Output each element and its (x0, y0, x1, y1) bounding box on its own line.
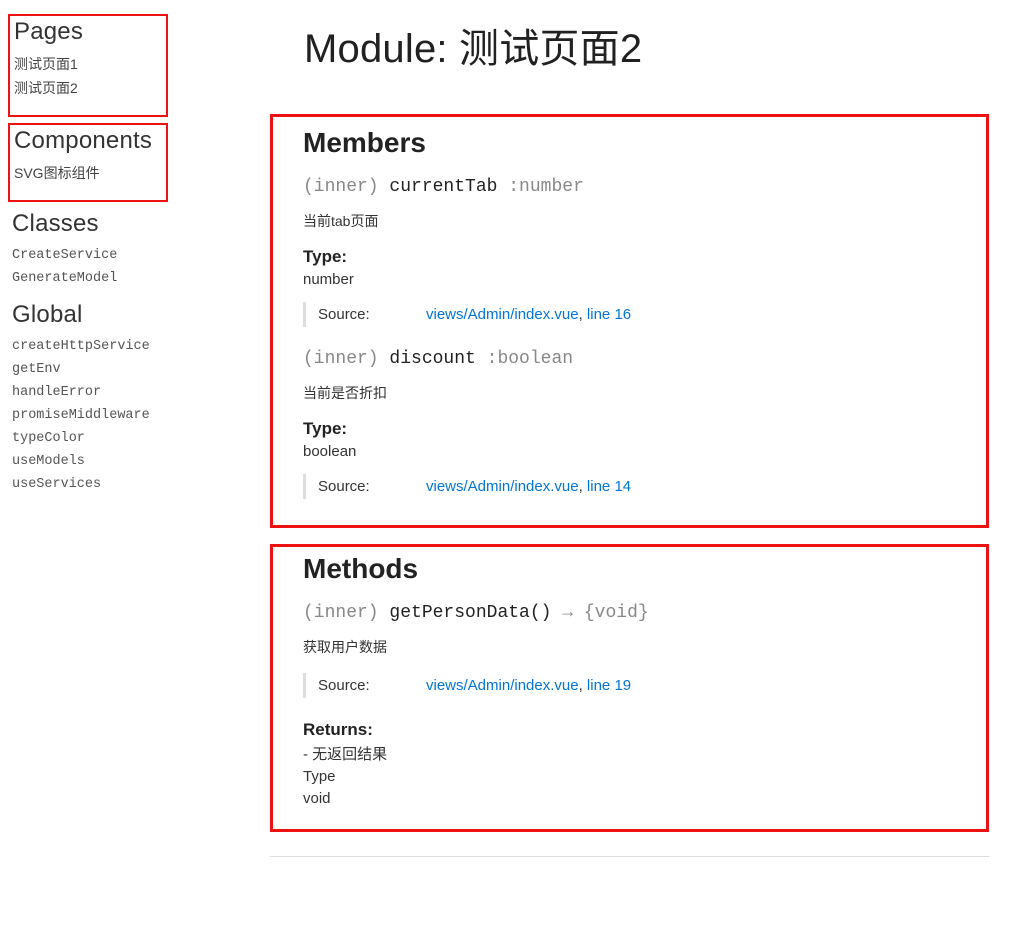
nav-item-typecolor[interactable]: typeColor (12, 428, 238, 451)
nav-section-pages: Pages 测试页面1 测试页面2 (8, 14, 168, 117)
nav-item-page-1[interactable]: 测试页面1 (14, 53, 162, 77)
type-value: number (303, 271, 956, 288)
nav-item-generatemodel[interactable]: GenerateModel (12, 268, 238, 291)
source-links: views/Admin/index.vue, line 19 (426, 677, 631, 694)
nav-item-usemodels[interactable]: useModels (12, 451, 238, 474)
source-links: views/Admin/index.vue, line 14 (426, 478, 631, 495)
nav-list-components: SVG图标组件 (14, 162, 162, 186)
nav-list-classes: CreateService GenerateModel (12, 245, 238, 291)
nav-section-classes: Classes CreateService GenerateModel (12, 208, 238, 291)
source-label: Source: (318, 478, 426, 495)
member-discount: (inner) discount :boolean 当前是否折扣 Type: b… (303, 349, 956, 499)
method-name: getPersonData() (389, 603, 551, 623)
nav-section-global: Global createHttpService getEnv handleEr… (12, 299, 238, 497)
member-scope: (inner) (303, 177, 389, 197)
returns-heading: Returns: (303, 720, 956, 740)
source-file-link[interactable]: views/Admin/index.vue (426, 677, 579, 694)
member-name: currentTab (389, 177, 497, 197)
source-links: views/Admin/index.vue, line 16 (426, 306, 631, 323)
source-sep: , (579, 478, 587, 495)
returns-type-label: Type (303, 766, 956, 788)
nav-item-handleerror[interactable]: handleError (12, 382, 238, 405)
nav-list-pages: 测试页面1 测试页面2 (14, 53, 162, 101)
member-signature: (inner) currentTab :number (303, 177, 956, 197)
source-sep: , (579, 677, 587, 694)
returns-text: - 无返回结果 (303, 744, 956, 766)
nav-item-promisemiddleware[interactable]: promiseMiddleware (12, 405, 238, 428)
member-name: discount (389, 349, 475, 369)
source-line-link[interactable]: line 14 (587, 478, 631, 495)
sidebar: Pages 测试页面1 测试页面2 Components SVG图标组件 Cla… (0, 0, 250, 887)
source-line-link[interactable]: line 19 (587, 677, 631, 694)
source-label: Source: (318, 677, 426, 694)
type-heading: Type: (303, 419, 956, 439)
nav-item-useservices[interactable]: useServices (12, 474, 238, 497)
method-desc: 获取用户数据 (303, 637, 956, 657)
source-label: Source: (318, 306, 426, 323)
source-row: Source: views/Admin/index.vue, line 16 (303, 302, 956, 327)
main-content: Module: 测试页面2 Members (inner) currentTab… (250, 0, 1009, 887)
source-row: Source: views/Admin/index.vue, line 14 (303, 474, 956, 499)
source-file-link[interactable]: views/Admin/index.vue (426, 478, 579, 495)
member-signature: (inner) discount :boolean (303, 349, 956, 369)
methods-section: Methods (inner) getPersonData() → {void}… (270, 544, 989, 832)
type-heading: Type: (303, 247, 956, 267)
members-section: Members (inner) currentTab :number 当前tab… (270, 114, 989, 528)
nav-heading-global: Global (12, 299, 238, 330)
nav-item-getenv[interactable]: getEnv (12, 359, 238, 382)
methods-heading: Methods (303, 553, 956, 585)
source-row: Source: views/Admin/index.vue, line 19 (303, 673, 956, 698)
nav-list-global: createHttpService getEnv handleError pro… (12, 336, 238, 497)
returns-block: - 无返回结果 Type void (303, 744, 956, 809)
nav-item-page-2[interactable]: 测试页面2 (14, 77, 162, 101)
member-desc: 当前是否折扣 (303, 383, 956, 403)
type-value: boolean (303, 443, 956, 460)
returns-type-value: void (303, 788, 956, 810)
source-line-link[interactable]: line 16 (587, 306, 631, 323)
method-getpersondata: (inner) getPersonData() → {void} 获取用户数据 … (303, 603, 956, 809)
member-desc: 当前tab页面 (303, 211, 956, 231)
nav-item-svg-icon[interactable]: SVG图标组件 (14, 162, 162, 186)
nav-item-createhttpservice[interactable]: createHttpService (12, 336, 238, 359)
member-type-annot: :boolean (476, 349, 573, 369)
nav-heading-classes: Classes (12, 208, 238, 239)
nav-item-createservice[interactable]: CreateService (12, 245, 238, 268)
page-title: Module: 测试页面2 (304, 16, 989, 74)
source-sep: , (579, 306, 587, 323)
footer-rule (270, 856, 989, 857)
method-arrow: → (551, 603, 583, 623)
members-heading: Members (303, 127, 956, 159)
method-scope: (inner) (303, 603, 389, 623)
nav-heading-pages: Pages (14, 16, 162, 47)
method-ret-annot: {void} (584, 603, 649, 623)
source-file-link[interactable]: views/Admin/index.vue (426, 306, 579, 323)
nav-heading-components: Components (14, 125, 162, 156)
method-signature: (inner) getPersonData() → {void} (303, 603, 956, 623)
member-currenttab: (inner) currentTab :number 当前tab页面 Type:… (303, 177, 956, 327)
member-scope: (inner) (303, 349, 389, 369)
nav-section-components: Components SVG图标组件 (8, 123, 168, 202)
member-type-annot: :number (497, 177, 583, 197)
